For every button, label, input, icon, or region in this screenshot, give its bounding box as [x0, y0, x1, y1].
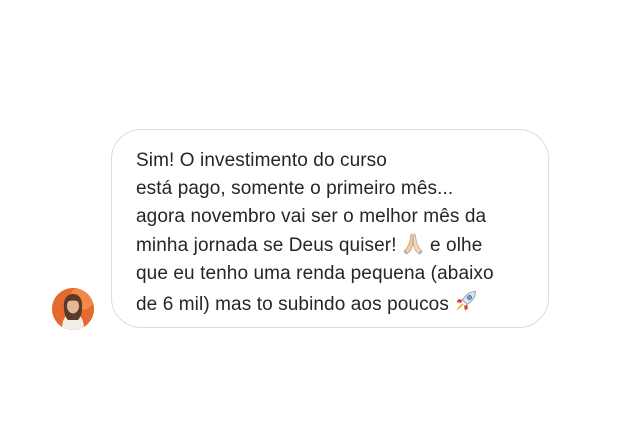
message-line-5: que eu tenho uma renda pequena (abaixo	[136, 263, 494, 284]
message-line-2: está pago, somente o primeiro mês...	[136, 178, 454, 199]
message-text: Sim! O investimento do curso está pago, …	[136, 147, 528, 319]
message-bubble[interactable]: Sim! O investimento do curso está pago, …	[111, 129, 549, 328]
message-line-1: Sim! O investimento do curso	[136, 150, 387, 171]
folded-hands-icon	[401, 231, 425, 255]
message-line-3: agora novembro vai ser o melhor mês da	[136, 206, 487, 227]
message-line-4b: e olhe	[424, 235, 483, 256]
avatar-image	[52, 288, 94, 330]
message-thread: Sim! O investimento do curso está pago, …	[0, 0, 630, 444]
rocket-icon	[453, 288, 479, 314]
message-line-4a: minha jornada se Deus quiser!	[136, 235, 397, 256]
message-line-6: de 6 mil) mas to subindo aos poucos	[136, 294, 449, 315]
sender-avatar[interactable]	[52, 288, 94, 330]
